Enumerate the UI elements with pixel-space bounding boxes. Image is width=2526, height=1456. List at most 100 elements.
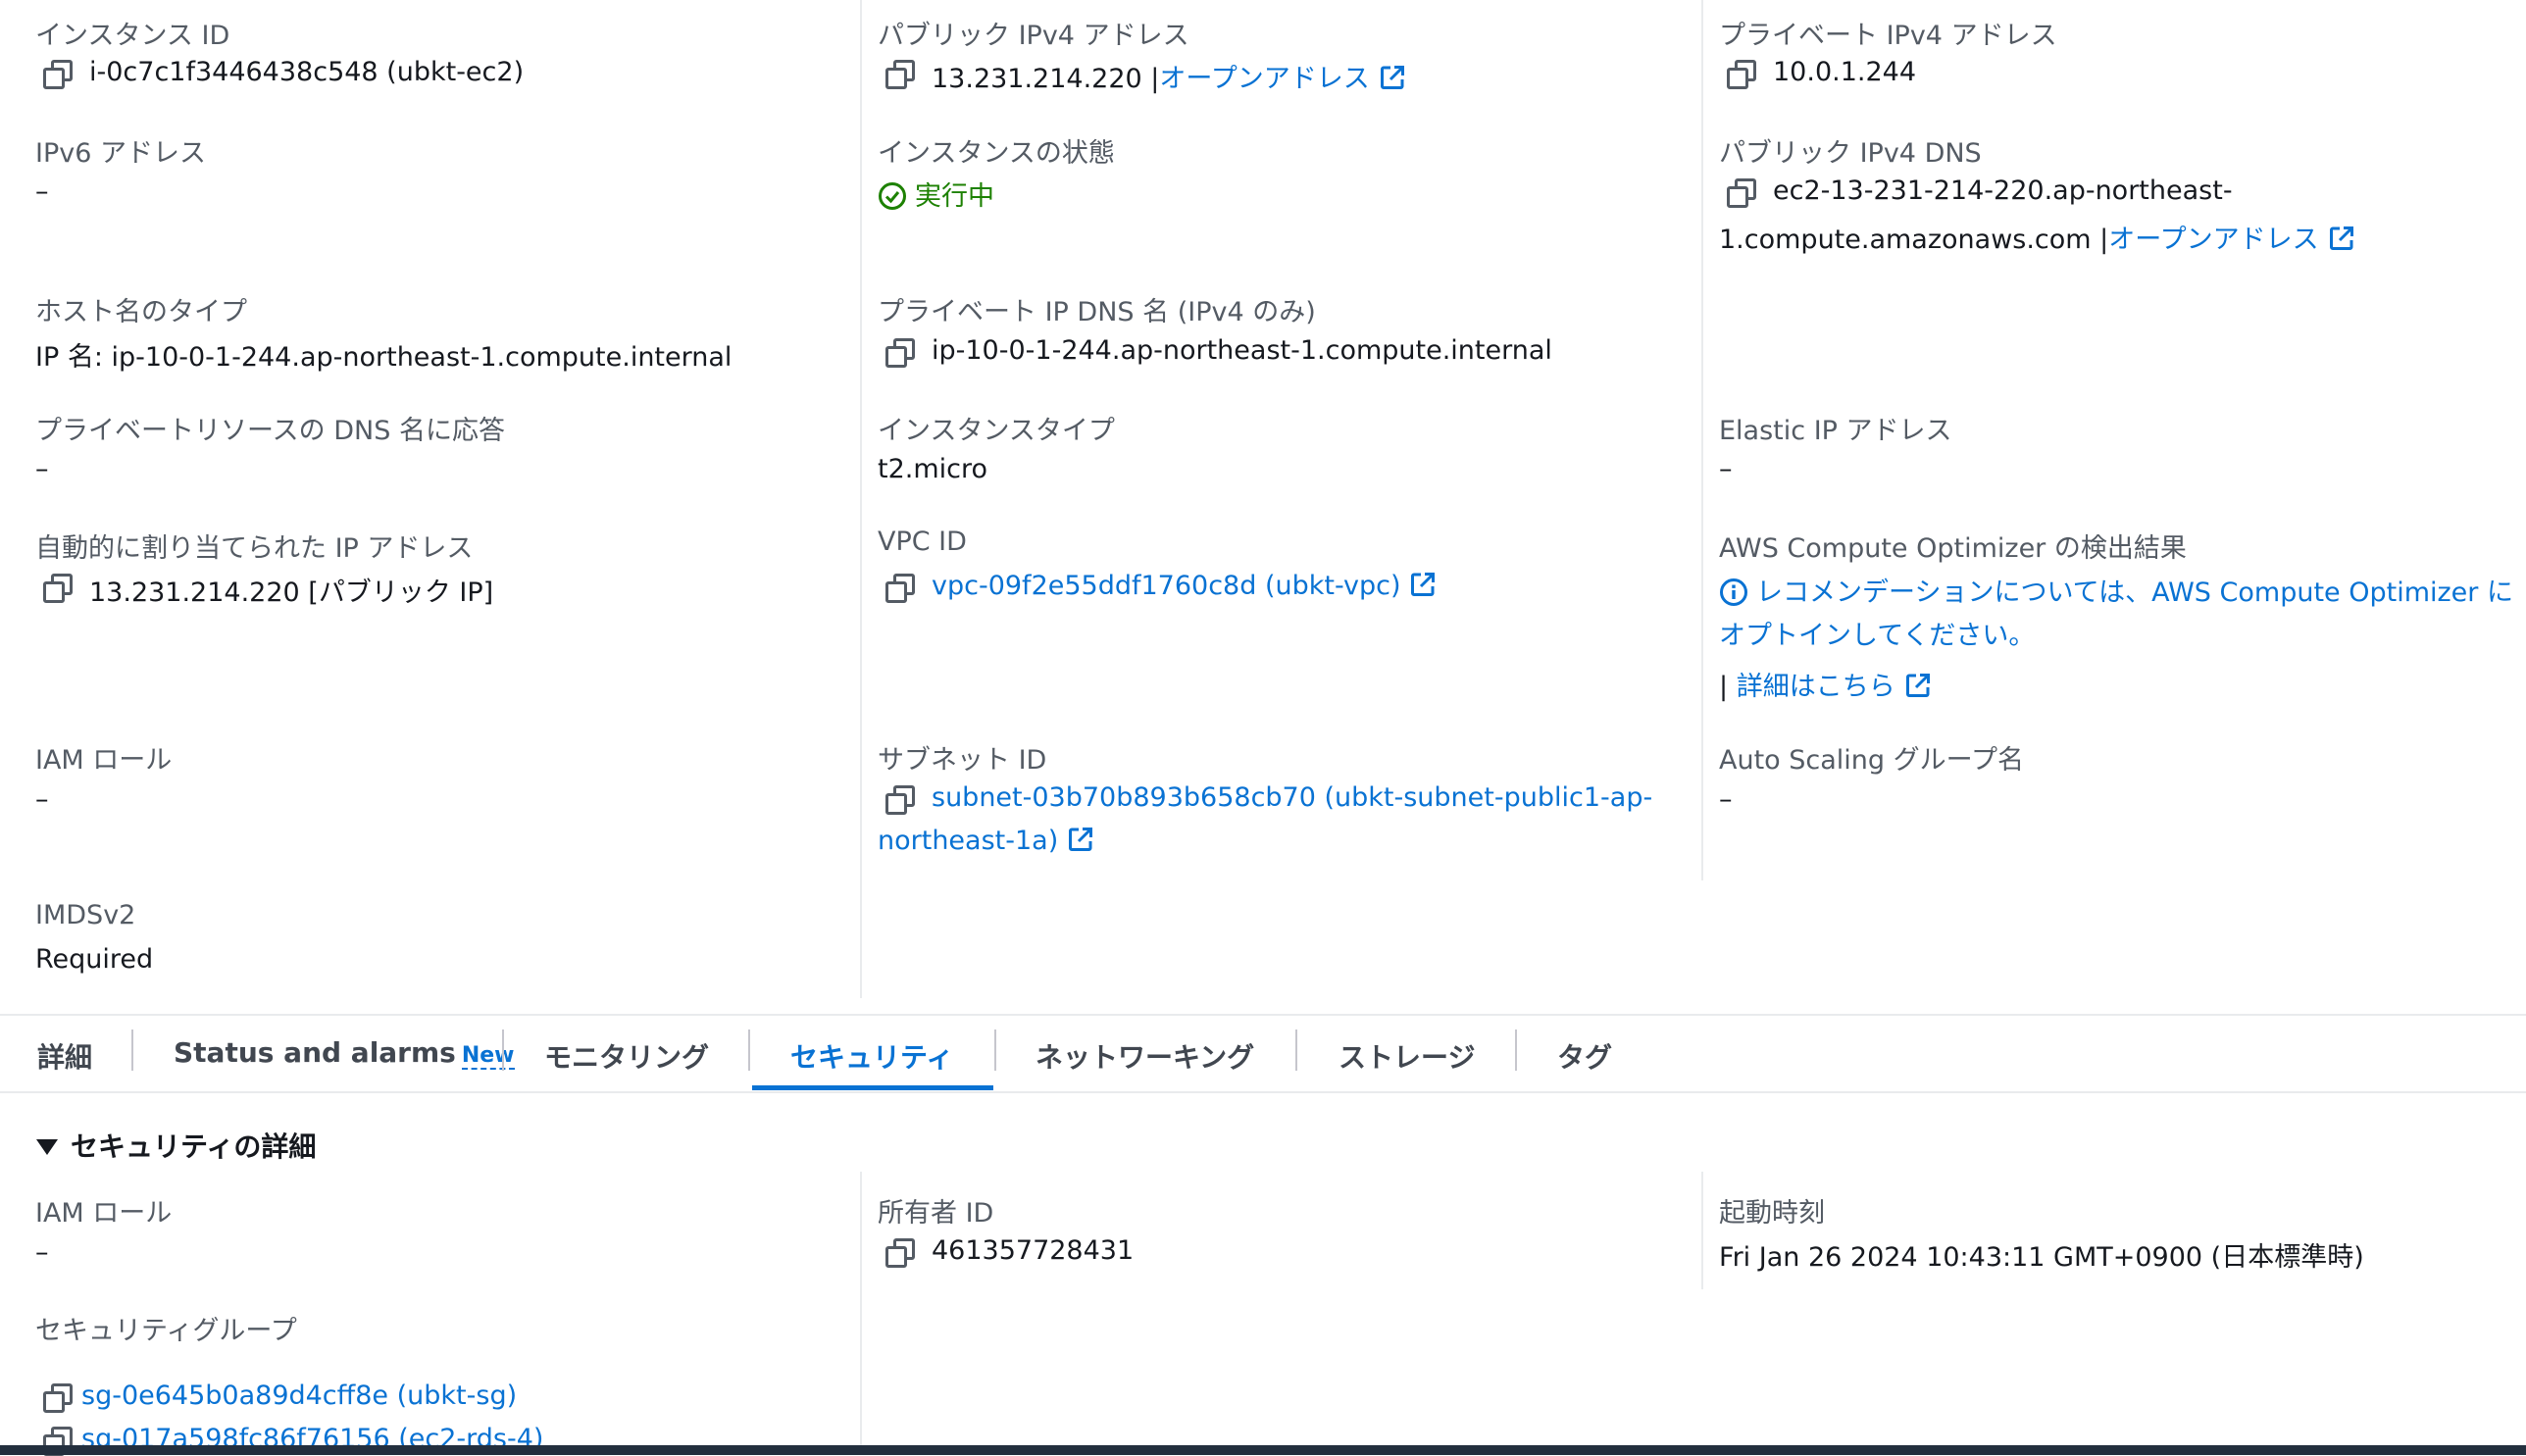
column-divider-2 — [1701, 0, 1703, 880]
external-link-icon[interactable] — [1380, 65, 1405, 90]
owner-id-value: 461357728431 — [932, 1235, 1135, 1266]
security-section-header[interactable]: セキュリティの詳細 — [35, 1126, 316, 1165]
ipv6-value: – — [35, 176, 49, 207]
column-divider-2 — [1701, 1172, 1703, 1289]
asg-value: – — [1719, 784, 1733, 815]
tab-tags[interactable]: タグ — [1557, 1036, 1612, 1076]
iam-role-label: IAM ロール — [35, 745, 173, 776]
info-icon — [1720, 578, 1747, 606]
open-address-link[interactable]: オープンアドレス — [2108, 225, 2318, 255]
tab-status-and-alarms[interactable]: Status and alarms New — [174, 1036, 515, 1070]
imdsv2-label: IMDSv2 — [35, 900, 136, 930]
instance-state-row: 実行中 — [878, 175, 994, 213]
instance-type-value: t2.micro — [878, 454, 988, 484]
auto-ip-label: 自動的に割り当てられた IP アドレス — [35, 533, 474, 564]
learn-more-link[interactable]: 詳細はこちら — [1737, 672, 1895, 702]
private-dns-answer-value: – — [35, 454, 49, 484]
subnet-id-label: サブネット ID — [878, 745, 1047, 776]
vpc-id-row: vpc-09f2e55ddf1760c8d (ubkt-vpc) — [932, 571, 1436, 601]
optimizer-opt-in-link-line1[interactable]: レコメンデーションについては、AWS Compute Optimizer に — [1756, 577, 2513, 608]
copy-icon[interactable] — [885, 1238, 915, 1268]
optimizer-label: AWS Compute Optimizer の検出結果 — [1719, 533, 2187, 564]
private-ip-dns-label: プライベート IP DNS 名 (IPv4 のみ) — [878, 297, 1316, 327]
optimizer-row1: レコメンデーションについては、AWS Compute Optimizer に — [1719, 571, 2513, 609]
copy-icon[interactable] — [43, 1383, 73, 1413]
public-ipv4-row: 13.231.214.220 |オープンアドレス — [932, 57, 1405, 95]
hostname-type-label: ホスト名のタイプ — [35, 297, 247, 327]
external-link-icon[interactable] — [1905, 673, 1931, 698]
security-iam-role-label: IAM ロール — [35, 1198, 173, 1229]
tab-separator — [748, 1029, 750, 1071]
auto-ip-value: 13.231.214.220 [パブリック IP] — [89, 577, 494, 608]
tab-separator — [994, 1029, 996, 1071]
instance-id-value: i-0c7c1f3446438c548 (ubkt-ec2) — [89, 57, 525, 87]
subnet-id-row2: northeast-1a) — [878, 826, 1093, 856]
external-link-icon[interactable] — [1410, 572, 1436, 597]
launch-time-value: Fri Jan 26 2024 10:43:11 GMT+0900 (日本標準時… — [1719, 1242, 2364, 1273]
iam-role-value: – — [35, 784, 49, 815]
tab-monitoring[interactable]: モニタリング — [544, 1036, 709, 1076]
copy-icon[interactable] — [43, 574, 73, 603]
instance-id-label: インスタンス ID — [35, 21, 230, 51]
vpc-id-link[interactable]: vpc-09f2e55ddf1760c8d (ubkt-vpc) — [932, 571, 1400, 601]
instance-type-label: インスタンスタイプ — [878, 416, 1115, 446]
security-groups-label: セキュリティグループ — [35, 1316, 297, 1346]
public-dns-line2: 1.compute.amazonaws.com | — [1719, 225, 2109, 255]
copy-icon[interactable] — [43, 60, 73, 89]
caret-down-icon — [36, 1139, 58, 1155]
public-dns-line1: ec2-13-231-214-220.ap-northeast- — [1773, 176, 2233, 206]
vpc-id-label: VPC ID — [878, 527, 967, 557]
subnet-id-link-line1[interactable]: subnet-03b70b893b658cb70 (ubkt-subnet-pu… — [932, 782, 1652, 813]
external-link-icon[interactable] — [1068, 827, 1093, 852]
elastic-ip-label: Elastic IP アドレス — [1719, 416, 1952, 446]
owner-id-label: 所有者 ID — [878, 1198, 994, 1229]
copy-icon[interactable] — [885, 338, 915, 368]
new-badge: New — [461, 1043, 515, 1070]
subnet-id-link-line2[interactable]: northeast-1a) — [878, 826, 1058, 856]
tab-separator — [1295, 1029, 1297, 1071]
instance-state-value: 実行中 — [915, 181, 994, 212]
tab-separator — [502, 1029, 504, 1071]
active-tab-indicator — [752, 1085, 993, 1090]
tab-separator — [1515, 1029, 1517, 1071]
launch-time-label: 起動時刻 — [1719, 1198, 1825, 1229]
private-ipv4-value: 10.0.1.244 — [1773, 57, 1916, 87]
imdsv2-value: Required — [35, 944, 154, 975]
open-address-link[interactable]: オープンアドレス — [1159, 64, 1369, 94]
asg-label: Auto Scaling グループ名 — [1719, 745, 2025, 776]
optimizer-opt-in-link-line2[interactable]: オプトインしてください。 — [1719, 614, 2035, 652]
window-bottom-bar — [0, 1445, 2526, 1455]
tab-status-and-alarms-label: Status and alarms — [174, 1036, 456, 1069]
private-dns-answer-label: プライベートリソースの DNS 名に応答 — [35, 416, 505, 446]
external-link-icon[interactable] — [2329, 226, 2354, 251]
copy-icon[interactable] — [1727, 60, 1756, 89]
tab-storage[interactable]: ストレージ — [1339, 1036, 1475, 1076]
private-ipv4-label: プライベート IPv4 アドレス — [1719, 21, 2057, 51]
public-ipv4-label: パブリック IPv4 アドレス — [878, 21, 1189, 51]
tab-security[interactable]: セキュリティ — [790, 1036, 953, 1076]
public-dns-label: パブリック IPv4 DNS — [1719, 138, 1982, 169]
copy-icon[interactable] — [885, 60, 915, 89]
column-divider-1 — [860, 0, 862, 998]
ipv6-label: IPv6 アドレス — [35, 138, 206, 169]
elastic-ip-value: – — [1719, 454, 1733, 484]
copy-icon[interactable] — [885, 574, 915, 603]
tabs-bottom-border — [0, 1091, 2526, 1093]
copy-icon[interactable] — [1727, 178, 1756, 208]
hostname-type-value: IP 名: ip-10-0-1-244.ap-northeast-1.compu… — [35, 342, 733, 373]
instance-state-label: インスタンスの状態 — [878, 138, 1115, 169]
copy-icon[interactable] — [885, 785, 915, 815]
private-ip-dns-value: ip-10-0-1-244.ap-northeast-1.compute.int… — [932, 335, 1552, 366]
tab-separator — [131, 1029, 133, 1071]
tab-networking[interactable]: ネットワーキング — [1036, 1036, 1254, 1076]
security-section-title: セキュリティの詳細 — [71, 1130, 317, 1163]
public-dns-row2: 1.compute.amazonaws.com |オープンアドレス — [1719, 218, 2354, 256]
public-ipv4-value: 13.231.214.220 | — [932, 64, 1160, 94]
security-group-link[interactable]: sg-0e645b0a89d4cff8e (ubkt-sg) — [81, 1381, 517, 1411]
tab-details[interactable]: 詳細 — [37, 1036, 92, 1076]
check-circle-icon — [879, 182, 906, 210]
security-iam-role-value: – — [35, 1237, 49, 1268]
column-divider-1 — [860, 1172, 862, 1445]
tabs-top-border — [0, 1014, 2526, 1016]
optimizer-pipe: | — [1719, 672, 1729, 702]
